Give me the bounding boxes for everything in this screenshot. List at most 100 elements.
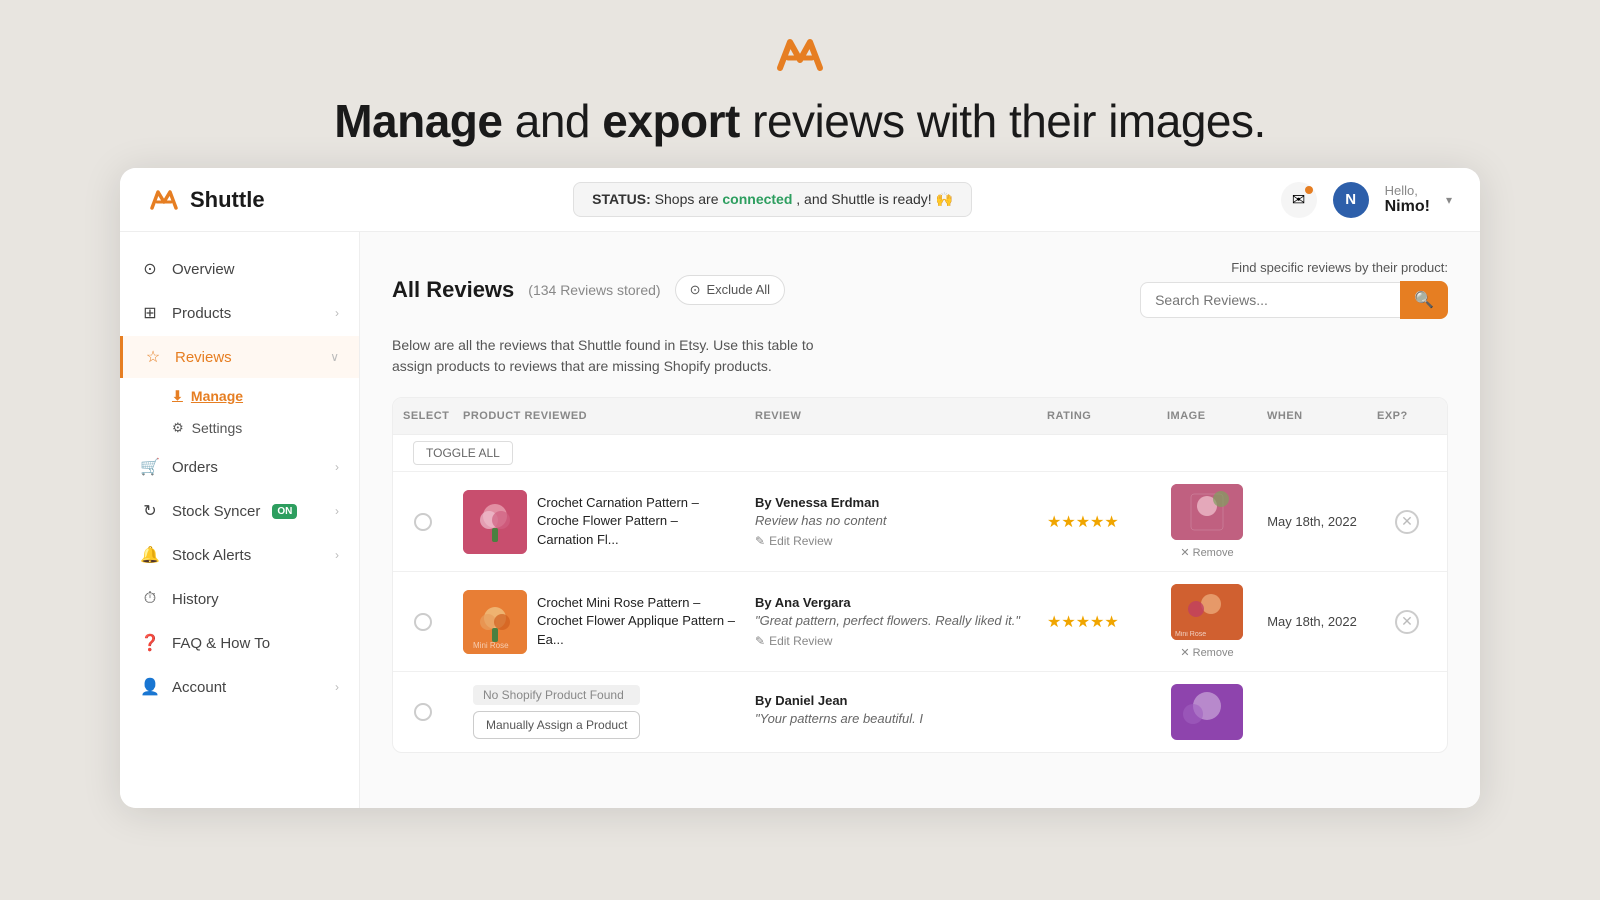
hero-section: Manage and export reviews with their ima… — [334, 0, 1266, 168]
col-exp: EXP? — [1367, 398, 1447, 434]
bell-icon: ✉ — [1292, 190, 1305, 210]
account-icon: 👤 — [140, 677, 160, 697]
search-input[interactable] — [1140, 282, 1400, 318]
stock-syncer-badge: ON — [272, 504, 297, 519]
edit-icon: ✎ — [755, 534, 765, 548]
table-row: No Shopify Product Found Manually Assign… — [393, 672, 1447, 752]
toggle-all-row: TOGGLE ALL — [393, 435, 1447, 472]
sidebar-item-reviews[interactable]: ☆ Reviews ∨ — [120, 336, 359, 378]
row3-author: By Daniel Jean — [755, 693, 1027, 708]
sidebar-account-label: Account — [172, 679, 226, 696]
row2-edit-review-button[interactable]: ✎ Edit Review — [755, 634, 832, 648]
svg-text:Mini Rose: Mini Rose — [473, 641, 509, 650]
table-row: Mini Rose Crochet Mini Rose Pattern – Cr… — [393, 572, 1447, 672]
row1-exp-button[interactable]: ✕ — [1395, 510, 1419, 534]
row2-product-cell: Mini Rose Crochet Mini Rose Pattern – Cr… — [453, 590, 745, 654]
page-title: All Reviews — [392, 277, 514, 303]
page-description: Below are all the reviews that Shuttle f… — [392, 335, 1448, 377]
toggle-all-button[interactable]: TOGGLE ALL — [413, 441, 513, 465]
row2-rating: ★★★★★ — [1037, 612, 1157, 632]
reviews-count: (134 Reviews stored) — [528, 282, 660, 298]
search-button[interactable]: 🔍 — [1400, 281, 1448, 319]
reviews-chevron-icon: ∨ — [330, 350, 339, 364]
hero-title: Manage and export reviews with their ima… — [334, 94, 1266, 148]
sidebar-item-account[interactable]: 👤 Account › — [120, 666, 359, 708]
row1-edit-review-button[interactable]: ✎ Edit Review — [755, 534, 832, 548]
row3-checkbox[interactable] — [393, 703, 453, 721]
row2-review-image: Mini Rose — [1171, 584, 1243, 640]
row1-checkbox[interactable] — [393, 513, 453, 531]
settings-label: Settings — [192, 420, 243, 436]
user-avatar: N — [1333, 182, 1369, 218]
row2-date: May 18th, 2022 — [1257, 614, 1367, 629]
row2-review-cell: By Ana Vergara "Great pattern, perfect f… — [745, 595, 1037, 648]
row2-product-name: Crochet Mini Rose Pattern – Crochet Flow… — [537, 594, 735, 649]
row1-review-cell: By Venessa Erdman Review has no content … — [745, 495, 1037, 548]
main-layout: ⊙ Overview ⊞ Products › ☆ Reviews ∨ ⬇ Ma… — [120, 232, 1480, 808]
col-rating: RATING — [1037, 398, 1157, 434]
topbar-logo-text: Shuttle — [190, 187, 265, 213]
sidebar-reviews-label: Reviews — [175, 349, 232, 366]
syncer-chevron-icon: › — [335, 504, 339, 518]
alerts-chevron-icon: › — [335, 548, 339, 562]
manage-icon: ⬇ — [172, 388, 183, 404]
sidebar-item-products[interactable]: ⊞ Products › — [120, 292, 359, 334]
stock-syncer-icon: ↻ — [140, 501, 160, 521]
checkbox-circle[interactable] — [414, 613, 432, 631]
assign-product-button[interactable]: Manually Assign a Product — [473, 711, 640, 739]
faq-icon: ❓ — [140, 633, 160, 653]
col-select: SELECT — [393, 398, 453, 434]
search-icon: 🔍 — [1414, 290, 1434, 310]
sidebar-item-orders[interactable]: 🛒 Orders › — [120, 446, 359, 488]
history-icon: ⏱ — [140, 589, 160, 609]
col-when: WHEN — [1257, 398, 1367, 434]
exclude-icon: ⊙ — [690, 282, 701, 298]
svg-text:Mini Rose: Mini Rose — [1175, 631, 1206, 638]
sidebar-item-manage[interactable]: ⬇ Manage — [172, 380, 359, 412]
sidebar-item-faq[interactable]: ❓ FAQ & How To — [120, 622, 359, 664]
row2-exp-cell: ✕ — [1367, 610, 1447, 634]
sidebar-item-overview[interactable]: ⊙ Overview — [120, 248, 359, 290]
row1-product-name: Crochet Carnation Pattern – Croche Flowe… — [537, 494, 735, 549]
user-menu-chevron[interactable]: ▾ — [1446, 193, 1452, 207]
main-content: All Reviews (134 Reviews stored) ⊙ Exclu… — [360, 232, 1480, 808]
checkbox-circle[interactable] — [414, 513, 432, 531]
row1-exp-cell: ✕ — [1367, 510, 1447, 534]
no-product-badge: No Shopify Product Found — [473, 685, 640, 705]
manage-label: Manage — [191, 388, 243, 404]
sidebar-item-settings[interactable]: ⚙ Settings — [172, 412, 359, 444]
row1-product-thumb — [463, 490, 527, 554]
account-chevron-icon: › — [335, 680, 339, 694]
user-greeting-block: Hello, Nimo! — [1385, 183, 1430, 217]
sidebar-item-history[interactable]: ⏱ History — [120, 578, 359, 620]
page-header: All Reviews (134 Reviews stored) ⊙ Exclu… — [392, 260, 1448, 319]
row1-remove-button[interactable]: ✕ Remove — [1180, 546, 1233, 559]
notifications-button[interactable]: ✉ — [1281, 182, 1317, 218]
page-header-right: Find specific reviews by their product: … — [1140, 260, 1448, 319]
sidebar-faq-label: FAQ & How To — [172, 635, 270, 652]
checkbox-circle[interactable] — [414, 703, 432, 721]
exclude-all-button[interactable]: ⊙ Exclude All — [675, 275, 786, 305]
reviews-icon: ☆ — [143, 347, 163, 367]
table-row: Crochet Carnation Pattern – Croche Flowe… — [393, 472, 1447, 572]
hero-logo-icon — [770, 30, 830, 80]
row1-review-image — [1171, 484, 1243, 540]
row3-review-image — [1171, 684, 1243, 740]
row2-product-thumb: Mini Rose — [463, 590, 527, 654]
row2-remove-button[interactable]: ✕ Remove — [1180, 646, 1233, 659]
row2-checkbox[interactable] — [393, 613, 453, 631]
row2-author: By Ana Vergara — [755, 595, 1027, 610]
sidebar-stocksyncer-label: Stock Syncer — [172, 503, 260, 520]
sidebar-item-stock-syncer[interactable]: ↻ Stock Syncer ON › — [120, 490, 359, 532]
topbar-logo-icon — [148, 186, 180, 214]
sidebar-item-stock-alerts[interactable]: 🔔 Stock Alerts › — [120, 534, 359, 576]
stock-alerts-icon: 🔔 — [140, 545, 160, 565]
sidebar: ⊙ Overview ⊞ Products › ☆ Reviews ∨ ⬇ Ma… — [120, 232, 360, 808]
row2-exp-button[interactable]: ✕ — [1395, 610, 1419, 634]
col-image: IMAGE — [1157, 398, 1257, 434]
orders-icon: 🛒 — [140, 457, 160, 477]
col-product: PRODUCT REVIEWED — [453, 398, 745, 434]
search-label: Find specific reviews by their product: — [1231, 260, 1448, 275]
sidebar-history-label: History — [172, 591, 219, 608]
topbar: Shuttle STATUS: Shops are connected , an… — [120, 168, 1480, 232]
